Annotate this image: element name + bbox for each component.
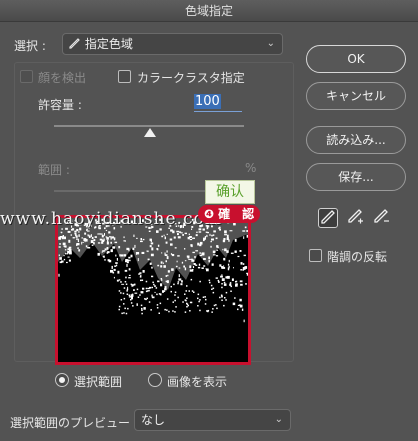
tolerance-value: 100 <box>194 94 221 109</box>
save-button[interactable]: 保存... <box>306 163 406 191</box>
tolerance-slider-thumb[interactable] <box>144 128 156 137</box>
eyedropper-icon <box>321 209 335 227</box>
confirm-badge: ❹ 確 認 <box>198 205 260 223</box>
tolerance-label: 許容量 : <box>38 98 82 112</box>
selection-dropdown[interactable]: 指定色域 ⌄ <box>62 33 283 55</box>
detect-faces-checkbox[interactable] <box>20 70 33 83</box>
invert-checkbox[interactable] <box>309 249 322 262</box>
cancel-button[interactable]: キャンセル <box>306 82 406 110</box>
view-selection-label: 選択範囲 <box>74 375 123 389</box>
selection-label: 選択 : <box>14 39 46 53</box>
eyedropper-minus-icon <box>374 208 390 228</box>
view-image-radio[interactable] <box>148 373 162 387</box>
detect-faces-label: 顔を検出 <box>38 71 87 85</box>
chevron-down-icon: ⌄ <box>266 38 275 49</box>
view-image-label: 画像を表示 <box>167 375 228 389</box>
range-unit: % <box>245 161 257 175</box>
selection-preview-label: 選択範囲のプレビュー : <box>10 416 138 430</box>
selection-preview-value: なし <box>141 413 166 427</box>
preview-mask-image <box>58 218 248 362</box>
confirm-tooltip: 确认 <box>205 180 255 204</box>
eyedropper-icon <box>69 35 81 55</box>
localized-clusters-checkbox[interactable] <box>118 70 131 83</box>
tolerance-slider-track[interactable] <box>54 125 244 127</box>
localized-clusters-label: カラークラスタ指定 <box>137 71 245 85</box>
tolerance-field[interactable]: 100 <box>194 94 242 112</box>
range-label: 範囲 : <box>38 163 70 177</box>
window-title: 色域指定 <box>0 0 418 22</box>
eyedropper-subtract-tool[interactable] <box>372 208 392 228</box>
eyedropper-tool[interactable] <box>318 208 338 228</box>
selection-preview <box>55 215 251 365</box>
selection-preview-dropdown[interactable]: なし ⌄ <box>134 409 291 431</box>
invert-label: 階調の反転 <box>327 250 388 264</box>
eyedropper-plus-icon <box>348 208 364 228</box>
ok-button[interactable]: OK <box>306 45 406 73</box>
view-selection-radio[interactable] <box>55 373 69 387</box>
chevron-down-icon: ⌄ <box>274 414 283 425</box>
selection-value: 指定色域 <box>84 37 133 51</box>
eyedropper-add-tool[interactable] <box>346 208 366 228</box>
load-button[interactable]: 読み込み... <box>306 126 406 154</box>
